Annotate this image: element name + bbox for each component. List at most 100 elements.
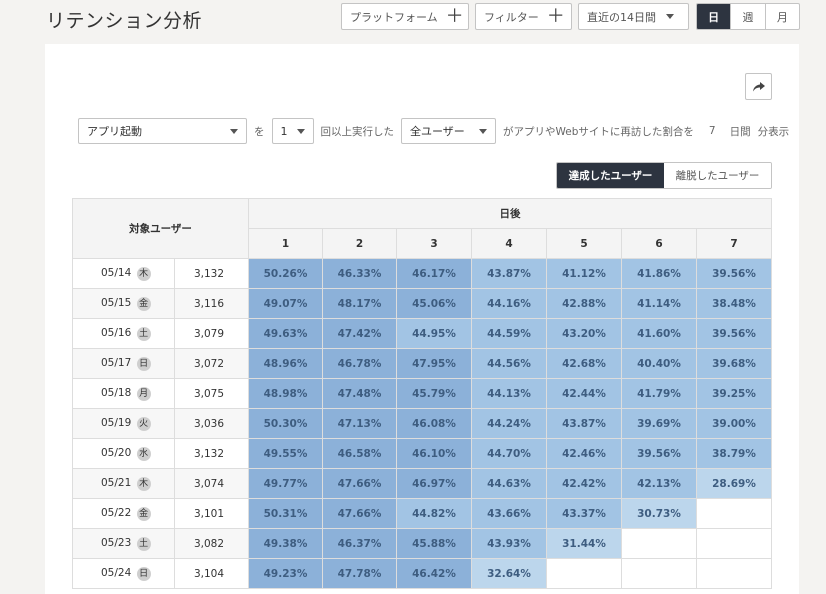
retention-cell: 47.78% <box>322 558 397 589</box>
day-column-header: 1 <box>248 228 323 259</box>
table-row: 05/14 木 3,132 50.26% 46.33% 46.17% 43.87% 41.1… <box>72 258 772 289</box>
retention-cell: 43.87% <box>471 258 547 289</box>
cohort-count: 3,132 <box>174 258 249 289</box>
cohort-date: 05/14 木 <box>72 258 175 289</box>
cohort-date: 05/18 月 <box>72 378 175 409</box>
empty-cell <box>696 558 772 589</box>
period-label: 直近の14日間 <box>587 10 656 24</box>
retention-cell: 49.77% <box>248 468 323 499</box>
retention-cell: 42.13% <box>621 468 697 499</box>
cohort-date: 05/21 木 <box>72 468 175 499</box>
retention-cell: 45.88% <box>396 528 472 559</box>
retention-cell: 49.23% <box>248 558 323 589</box>
cohort-date: 05/22 金 <box>72 498 175 529</box>
cohort-count: 3,072 <box>174 348 249 379</box>
cohort-count: 3,079 <box>174 318 249 349</box>
retention-cell: 39.68% <box>696 348 772 379</box>
retention-cell: 45.79% <box>396 378 472 409</box>
day-column-header: 5 <box>546 228 622 259</box>
retention-cell: 39.56% <box>696 318 772 349</box>
days-unit: 日間 <box>729 125 751 138</box>
table-row: 05/16 土 3,079 49.63% 47.42% 44.95% 44.59% 43.2… <box>72 318 772 349</box>
weekday-badge: 土 <box>136 536 151 551</box>
retention-cell: 42.42% <box>546 468 622 499</box>
cohort-count: 3,116 <box>174 288 249 319</box>
retention-cell: 45.06% <box>396 288 472 319</box>
retention-cell: 40.40% <box>621 348 697 379</box>
retention-cell: 30.73% <box>621 498 697 529</box>
cohort-count: 3,132 <box>174 438 249 469</box>
table-row: 05/20 水 3,132 49.55% 46.58% 46.10% 44.70% 42.4… <box>72 438 772 469</box>
retention-cell: 44.70% <box>471 438 547 469</box>
table-row: 05/15 金 3,116 49.07% 48.17% 45.06% 44.16% 42.8… <box>72 288 772 319</box>
retention-cell: 44.95% <box>396 318 472 349</box>
retention-cell: 44.16% <box>471 288 547 319</box>
event-dropdown[interactable]: アプリ起動 <box>78 118 247 144</box>
share-button[interactable] <box>745 73 772 100</box>
weekday-badge: 金 <box>136 506 151 521</box>
days-after-header: 日後 <box>248 198 772 229</box>
days-value[interactable]: 7 <box>709 125 716 137</box>
cohort-count: 3,075 <box>174 378 249 409</box>
retention-cell: 50.31% <box>248 498 323 529</box>
cohort-date: 05/15 金 <box>72 288 175 319</box>
cohort-count: 3,074 <box>174 468 249 499</box>
granularity-day[interactable]: 日 <box>697 4 731 29</box>
retention-cell: 47.66% <box>322 468 397 499</box>
filter-button[interactable]: フィルター ＋ <box>475 3 572 30</box>
retention-card: アプリ起動 を 1 回以上実行した 全ユーザー がアプリやWebサイトに再訪した… <box>45 44 799 594</box>
retention-cell: 49.55% <box>248 438 323 469</box>
empty-cell <box>546 558 622 589</box>
table-row: 05/22 金 3,101 50.31% 47.66% 44.82% 43.66% 43.3… <box>72 498 772 529</box>
weekday-badge: 木 <box>136 476 151 491</box>
retention-cell: 43.20% <box>546 318 622 349</box>
count-value: 1 <box>280 124 288 138</box>
table-row: 05/21 木 3,074 49.77% 47.66% 46.97% 44.63% 42.4… <box>72 468 772 499</box>
retention-cell: 32.64% <box>471 558 547 589</box>
retention-cell: 39.56% <box>696 258 772 289</box>
empty-cell <box>621 558 697 589</box>
granularity-month[interactable]: 月 <box>764 4 799 29</box>
retention-cell: 46.17% <box>396 258 472 289</box>
churned-users-tab[interactable]: 離脱したユーザー <box>664 163 771 188</box>
date-text: 05/24 <box>101 566 132 579</box>
retention-cell: 48.96% <box>248 348 323 379</box>
retention-cell: 48.98% <box>248 378 323 409</box>
date-text: 05/23 <box>101 536 132 549</box>
count-dropdown[interactable]: 1 <box>271 118 314 144</box>
platform-label: プラットフォーム <box>350 10 438 24</box>
day-column-header: 6 <box>621 228 697 259</box>
segment-dropdown[interactable]: 全ユーザー <box>401 118 496 144</box>
weekday-badge: 水 <box>136 446 151 461</box>
table-row: 05/17 日 3,072 48.96% 46.78% 47.95% 44.56% 42.6… <box>72 348 772 379</box>
cohort-date: 05/20 水 <box>72 438 175 469</box>
cohort-count: 3,036 <box>174 408 249 439</box>
cohort-count: 3,082 <box>174 528 249 559</box>
retention-cell: 39.00% <box>696 408 772 439</box>
retention-cell: 42.88% <box>546 288 622 319</box>
platform-button[interactable]: プラットフォーム ＋ <box>341 3 469 30</box>
date-text: 05/17 <box>101 356 132 369</box>
weekday-badge: 土 <box>136 326 151 341</box>
achieved-users-tab[interactable]: 達成したユーザー <box>557 163 664 188</box>
table-row: 05/19 火 3,036 50.30% 47.13% 46.08% 44.24% 43.8… <box>72 408 772 439</box>
event-value: アプリ起動 <box>87 125 142 138</box>
retention-cell: 42.68% <box>546 348 622 379</box>
weekday-badge: 日 <box>136 566 151 581</box>
retention-cell: 44.24% <box>471 408 547 439</box>
retention-cell: 38.48% <box>696 288 772 319</box>
granularity-week[interactable]: 週 <box>730 4 764 29</box>
plus-icon: ＋ <box>445 5 464 27</box>
day-column-header: 7 <box>696 228 772 259</box>
date-text: 05/21 <box>101 476 132 489</box>
retention-cell: 44.82% <box>396 498 472 529</box>
retention-cell: 41.86% <box>621 258 697 289</box>
period-dropdown[interactable]: 直近の14日間 <box>578 3 689 30</box>
retention-cell: 48.17% <box>322 288 397 319</box>
empty-cell <box>621 528 697 559</box>
cohort-date: 05/23 土 <box>72 528 175 559</box>
date-text: 05/14 <box>101 266 132 279</box>
filter-label: フィルター <box>484 10 539 24</box>
retention-table: 対象ユーザー 日後 1234567 05/14 木 3,132 50.26% 46.3… <box>72 198 772 589</box>
retention-cell: 47.95% <box>396 348 472 379</box>
